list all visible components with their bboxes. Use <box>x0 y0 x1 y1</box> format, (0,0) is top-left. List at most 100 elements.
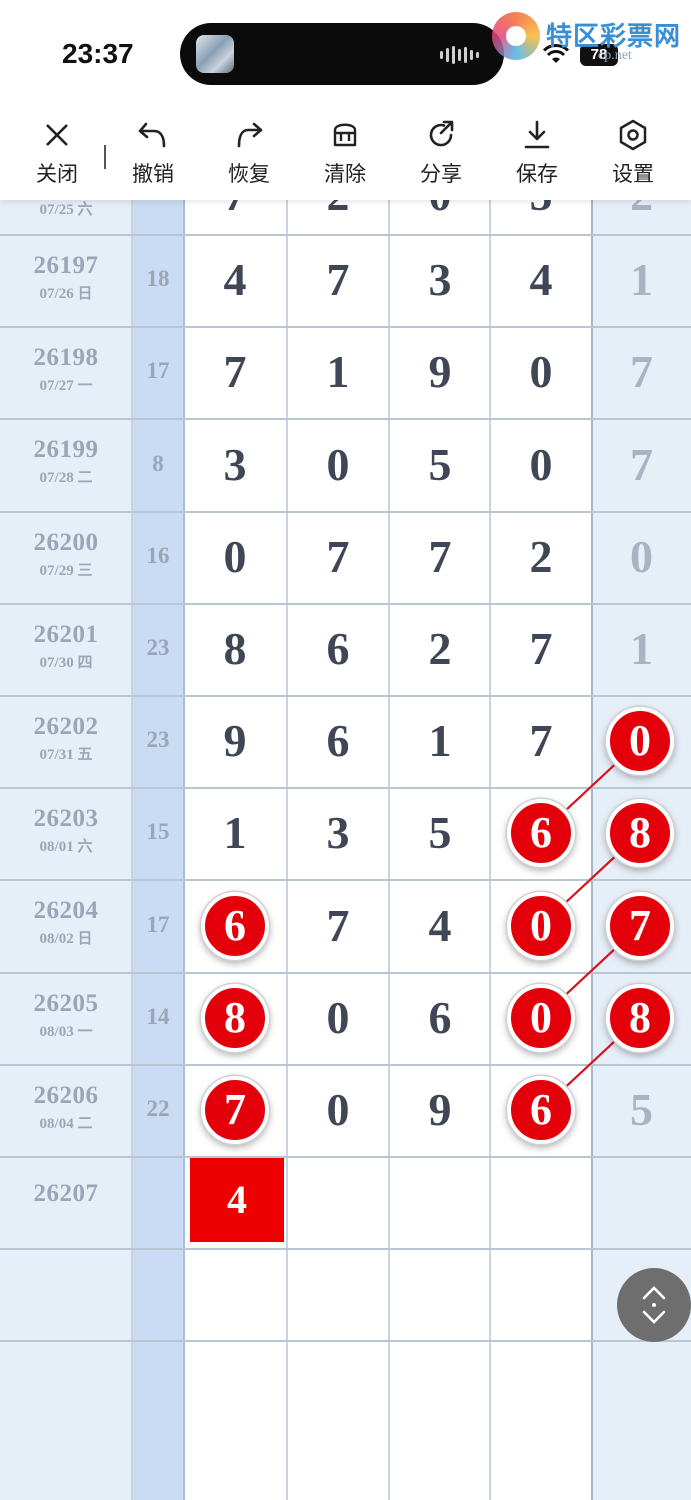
digit-cell[interactable]: 5 <box>389 438 491 491</box>
highlight-ball[interactable]: 6 <box>507 1075 575 1144</box>
digit-cell[interactable]: 0 <box>287 438 389 491</box>
highlight-ball[interactable]: 6 <box>201 891 269 960</box>
issue-cell: 26197 07/26 日 <box>0 252 132 303</box>
tail-value: 7 <box>630 438 653 490</box>
issue-cell: 26206 08/04 二 <box>0 1082 132 1133</box>
digit-cell[interactable]: 3 <box>389 253 491 306</box>
watermark-logo-icon <box>492 12 540 60</box>
issue-number: 26206 <box>33 1081 99 1109</box>
pending-digit-cell[interactable]: 4 <box>190 1158 284 1242</box>
sum-value: 15 <box>146 819 170 845</box>
undo-button[interactable]: 撤销 <box>118 118 188 188</box>
digit-cell[interactable]: 1 <box>389 714 491 767</box>
issue-number: 26205 <box>33 989 99 1017</box>
undo-icon <box>138 122 166 148</box>
digit-cell[interactable]: 5 <box>389 806 491 859</box>
highlight-ball[interactable]: 7 <box>606 891 674 960</box>
share-label: 分享 <box>420 163 462 186</box>
digit-cell[interactable]: 1 <box>287 345 389 398</box>
digit-cell[interactable]: 7 <box>287 899 389 952</box>
digit-cell[interactable]: 6 <box>287 622 389 675</box>
close-icon <box>46 124 68 146</box>
sum-value: 18 <box>146 266 170 292</box>
digit-cell[interactable]: 4 <box>184 253 286 306</box>
issue-number: 26201 <box>33 620 99 648</box>
digit-cell[interactable]: 7 <box>389 530 491 583</box>
sum-value: 8 <box>152 450 164 476</box>
digit-cell[interactable]: 0 <box>490 345 592 398</box>
digit-cell[interactable]: 7 <box>287 530 389 583</box>
save-icon <box>524 120 550 149</box>
sum-value: 23 <box>146 727 170 753</box>
issue-number: 26202 <box>33 713 99 740</box>
close-label: 关闭 <box>36 163 78 186</box>
digit-cell[interactable]: 3 <box>184 438 286 491</box>
digit-cell[interactable]: 4 <box>490 253 592 306</box>
media-thumbnail <box>196 35 234 73</box>
next-issue: 26207 <box>33 1180 99 1207</box>
digit-cell[interactable]: 1 <box>184 806 286 859</box>
sum-value: 22 <box>146 1095 170 1121</box>
highlight-ball[interactable]: 7 <box>201 1075 269 1144</box>
close-button[interactable]: 关闭 <box>22 118 92 188</box>
issue-cell: 26201 07/30 四 <box>0 621 132 672</box>
highlight-ball[interactable]: 8 <box>606 799 674 868</box>
digit-cell[interactable]: 0 <box>184 530 286 583</box>
clear-icon <box>333 123 357 147</box>
share-button[interactable]: 分享 <box>406 118 476 188</box>
highlight-ball[interactable]: 0 <box>507 891 575 960</box>
digit-cell[interactable]: 9 <box>389 345 491 398</box>
issue-date: 07/27 一 <box>39 378 93 395</box>
highlight-ball[interactable]: 6 <box>507 799 575 868</box>
issue-number: 26199 <box>33 436 99 464</box>
tail-value: 1 <box>630 622 653 674</box>
redo-icon <box>237 122 263 148</box>
redo-button[interactable]: 恢复 <box>214 118 284 188</box>
highlight-ball[interactable]: 8 <box>201 983 269 1052</box>
watermark: 特区彩票网 cp.net <box>488 8 688 68</box>
tail-value: 5 <box>630 1083 653 1135</box>
clear-button[interactable]: 清除 <box>310 118 380 188</box>
redo-label: 恢复 <box>228 163 270 186</box>
tail-value: 7 <box>630 346 653 398</box>
digit-cell[interactable]: 0 <box>287 991 389 1044</box>
digit-cell[interactable]: 7 <box>490 622 592 675</box>
save-button[interactable]: 保存 <box>502 118 572 188</box>
highlight-ball[interactable]: 0 <box>507 983 575 1052</box>
issue-cell: 26205 08/03 一 <box>0 990 132 1041</box>
digit-cell[interactable]: 8 <box>184 622 286 675</box>
highlight-ball[interactable]: 0 <box>606 707 674 776</box>
sum-value: 17 <box>146 358 170 384</box>
digit-cell[interactable]: 0 <box>287 1083 389 1136</box>
issue-cell: 26203 08/01 六 <box>0 805 132 856</box>
sum-value: 23 <box>146 634 170 660</box>
settings-icon <box>619 119 647 151</box>
highlight-ball[interactable]: 8 <box>606 983 674 1052</box>
settings-label: 设置 <box>612 163 654 186</box>
digit-cell[interactable]: 0 <box>490 438 592 491</box>
issue-date: 08/03 一 <box>39 1023 93 1040</box>
settings-button[interactable]: 设置 <box>598 118 668 188</box>
digit-cell[interactable]: 9 <box>184 714 286 767</box>
digit-cell[interactable]: 6 <box>287 714 389 767</box>
digit-cell[interactable]: 9 <box>389 1083 491 1136</box>
issue-cell: 26204 08/02 日 <box>0 897 132 948</box>
dynamic-island[interactable] <box>180 23 504 85</box>
digit-cell[interactable]: 2 <box>389 622 491 675</box>
issue-date: 07/26 日 <box>39 286 93 302</box>
digit-cell[interactable]: 7 <box>184 345 286 398</box>
digit-cell[interactable]: 7 <box>287 253 389 306</box>
issue-number: 26197 <box>33 252 99 279</box>
digit-cell[interactable]: 2 <box>490 530 592 583</box>
issue-date: 07/31 五 <box>39 747 93 763</box>
toolbar-divider <box>104 145 106 169</box>
sum-value: 17 <box>146 911 170 937</box>
status-bar: 23:37 78 特区彩票网 cp.net <box>0 0 691 100</box>
digit-cell[interactable]: 7 <box>490 714 592 767</box>
digit-cell[interactable]: 6 <box>389 991 491 1044</box>
status-time: 23:37 <box>62 38 134 69</box>
sum-value: 14 <box>146 1003 170 1029</box>
scroll-toggle-button[interactable] <box>617 1268 691 1342</box>
digit-cell[interactable]: 4 <box>389 899 491 952</box>
digit-cell[interactable]: 3 <box>287 806 389 859</box>
